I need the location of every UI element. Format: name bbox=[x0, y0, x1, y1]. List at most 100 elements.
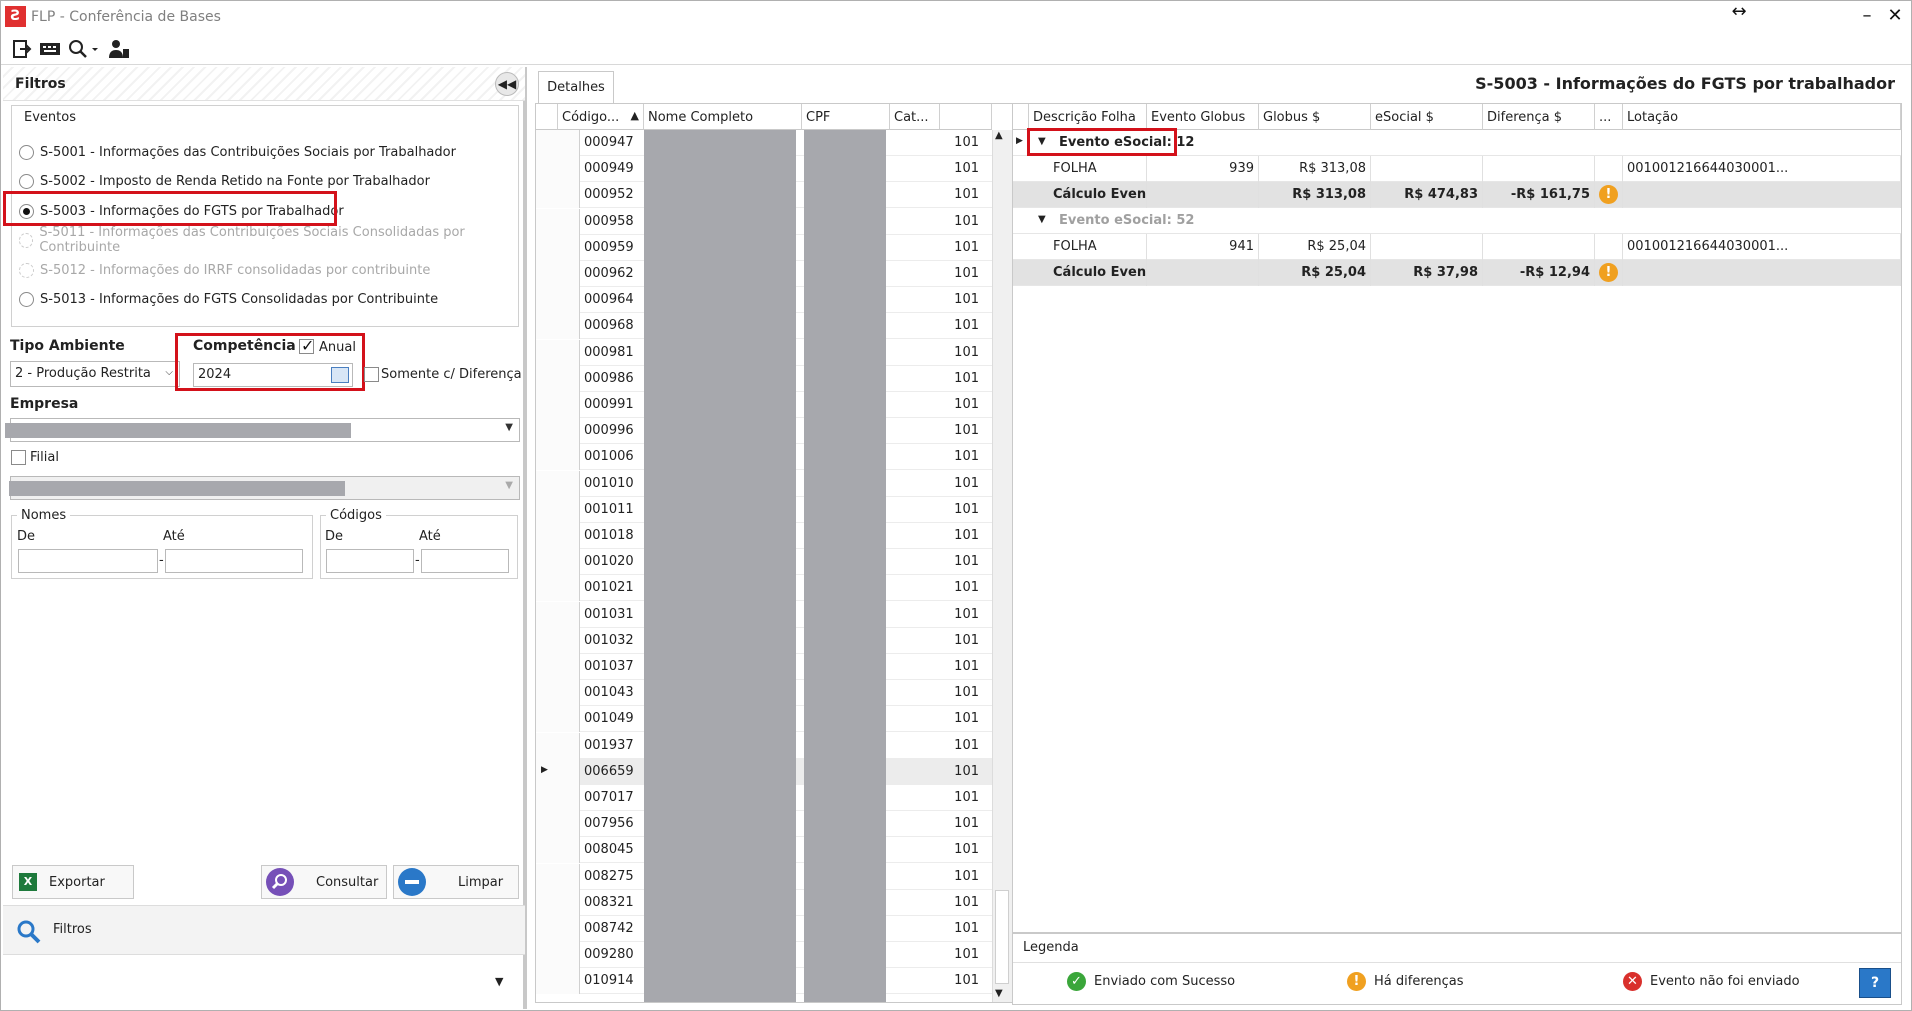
scroll-up-icon[interactable]: ▲ bbox=[995, 130, 1003, 141]
collapse-panel-button[interactable]: ◀◀ bbox=[495, 72, 519, 96]
tipo-ambiente-select[interactable]: 2 - Produção Restrita ⌵ bbox=[10, 361, 180, 387]
radio-icon[interactable] bbox=[19, 173, 34, 189]
row-header[interactable] bbox=[536, 496, 580, 523]
folha-row[interactable]: FOLHA 939 R$ 313,08 001001216644030001..… bbox=[1013, 156, 1901, 182]
restore-icon[interactable]: ↔ bbox=[1727, 1, 1751, 22]
row-header[interactable] bbox=[536, 837, 580, 864]
row-header[interactable] bbox=[536, 732, 580, 759]
nomes-ate-input[interactable] bbox=[165, 549, 303, 573]
row-header[interactable] bbox=[536, 654, 580, 680]
warning-icon: ! bbox=[1599, 263, 1618, 282]
row-header[interactable] bbox=[536, 182, 580, 209]
row-header[interactable] bbox=[536, 523, 580, 549]
exit-icon[interactable] bbox=[10, 37, 34, 61]
cell-categoria: 101 bbox=[954, 554, 979, 570]
filial-checkbox[interactable] bbox=[11, 450, 26, 465]
collapse-icon[interactable]: ▼ bbox=[1038, 214, 1046, 225]
column-evento-globus[interactable]: Evento Globus bbox=[1147, 104, 1259, 130]
radio-icon[interactable] bbox=[19, 144, 34, 160]
calculo-row[interactable]: Cálculo Even... R$ 25,04 R$ 37,98 -R$ 12… bbox=[1013, 260, 1901, 286]
row-header[interactable] bbox=[536, 470, 580, 497]
cell-codigo: 000962 bbox=[584, 266, 634, 281]
row-header[interactable] bbox=[536, 392, 580, 418]
row-header[interactable] bbox=[536, 156, 580, 183]
radio-icon[interactable] bbox=[19, 291, 34, 307]
user-icon[interactable] bbox=[107, 37, 131, 61]
close-button[interactable]: ✕ bbox=[1883, 5, 1907, 26]
row-header[interactable] bbox=[536, 261, 580, 287]
row-header[interactable] bbox=[536, 234, 580, 261]
workers-scrollbar[interactable]: ▲ ▼ bbox=[992, 130, 1012, 1002]
row-header[interactable] bbox=[536, 130, 580, 156]
consultar-button[interactable]: Consultar bbox=[261, 865, 387, 899]
radio-s5013[interactable]: S-5013 - Informações do FGTS Consolidada… bbox=[19, 287, 438, 311]
group-row[interactable]: ▼ Evento eSocial: 52 bbox=[1013, 208, 1901, 234]
row-header[interactable] bbox=[536, 365, 580, 392]
row-header[interactable] bbox=[536, 863, 580, 890]
exportar-button[interactable]: X Exportar bbox=[12, 865, 134, 899]
row-header[interactable] bbox=[536, 627, 580, 654]
row-header[interactable] bbox=[536, 680, 580, 707]
cell-codigo: 001031 bbox=[584, 606, 634, 622]
folha-row[interactable]: FOLHA 941 R$ 25,04 001001216644030001... bbox=[1013, 234, 1901, 260]
codigos-de-input[interactable] bbox=[326, 549, 414, 573]
filters-nav-item[interactable]: Filtros bbox=[3, 905, 525, 955]
column-status[interactable]: ... bbox=[1595, 104, 1623, 130]
row-header[interactable]: ▶ bbox=[536, 758, 580, 785]
column-descricao-folha[interactable]: Descrição Folha bbox=[1029, 104, 1147, 130]
scroll-thumb[interactable] bbox=[995, 890, 1009, 984]
row-header[interactable] bbox=[536, 916, 580, 942]
tab-detalhes[interactable]: Detalhes bbox=[538, 71, 614, 103]
empresa-select[interactable]: ▼ bbox=[5, 418, 520, 442]
column-esocial[interactable]: eSocial $ bbox=[1371, 104, 1483, 130]
cell-categoria: 101 bbox=[954, 161, 979, 177]
row-header[interactable] bbox=[536, 313, 580, 340]
row-header[interactable] bbox=[536, 889, 580, 916]
column-diferenca[interactable]: Diferença $ bbox=[1483, 104, 1595, 130]
chevron-down-icon[interactable]: ▼ bbox=[495, 975, 503, 988]
column-globus[interactable]: Globus $ bbox=[1259, 104, 1371, 130]
row-header[interactable] bbox=[536, 444, 580, 471]
keyboard-icon[interactable] bbox=[38, 37, 62, 61]
column-cpf[interactable]: CPF bbox=[802, 104, 890, 130]
cell-globus: R$ 313,08 bbox=[1259, 182, 1371, 208]
row-header[interactable] bbox=[536, 575, 580, 602]
cell-evento bbox=[1147, 182, 1259, 208]
row-header[interactable] bbox=[536, 811, 580, 838]
row-header[interactable] bbox=[536, 942, 580, 969]
column-codigo[interactable]: Código... ▲ bbox=[558, 104, 644, 130]
limpar-button[interactable]: Limpar bbox=[393, 865, 519, 899]
nomes-de-input[interactable] bbox=[18, 549, 158, 573]
filial-select: ▼ bbox=[9, 476, 520, 500]
row-header[interactable] bbox=[536, 418, 580, 445]
column-lotacao[interactable]: Lotação bbox=[1623, 104, 1901, 130]
cell-codigo: 000996 bbox=[584, 423, 634, 439]
cell-categoria: 101 bbox=[954, 318, 979, 334]
calculo-row[interactable]: Cálculo Even... R$ 313,08 R$ 474,83 -R$ … bbox=[1013, 182, 1901, 208]
cell-codigo: 001010 bbox=[584, 475, 634, 491]
row-header[interactable] bbox=[536, 339, 580, 366]
help-icon[interactable]: ? bbox=[1859, 968, 1891, 998]
column-nome[interactable]: Nome Completo bbox=[644, 104, 802, 130]
search-icon bbox=[17, 920, 41, 944]
row-header[interactable] bbox=[536, 785, 580, 811]
somente-diferenca-checkbox[interactable] bbox=[364, 367, 379, 382]
row-header[interactable] bbox=[536, 287, 580, 314]
row-header[interactable] bbox=[536, 208, 580, 235]
row-header[interactable] bbox=[536, 968, 580, 995]
codigos-ate-input[interactable] bbox=[421, 549, 509, 573]
row-header[interactable] bbox=[536, 549, 580, 576]
radio-s5001[interactable]: S-5001 - Informações das Contribuições S… bbox=[19, 140, 456, 164]
row-header[interactable] bbox=[536, 601, 580, 628]
cell-categoria: 101 bbox=[954, 423, 979, 439]
magnifier-icon bbox=[266, 868, 294, 896]
row-header[interactable] bbox=[536, 706, 580, 733]
cell-categoria: 101 bbox=[954, 580, 979, 596]
check-icon: ✓ bbox=[1067, 972, 1086, 991]
row-pointer-icon: ▶ bbox=[541, 764, 548, 775]
scroll-down-icon[interactable]: ▼ bbox=[995, 988, 1003, 999]
radio-s5002[interactable]: S-5002 - Imposto de Renda Retido na Font… bbox=[19, 169, 430, 193]
column-cat[interactable]: Cat... bbox=[890, 104, 940, 130]
search-icon[interactable] bbox=[67, 37, 101, 61]
minimize-button[interactable]: – bbox=[1855, 5, 1879, 26]
